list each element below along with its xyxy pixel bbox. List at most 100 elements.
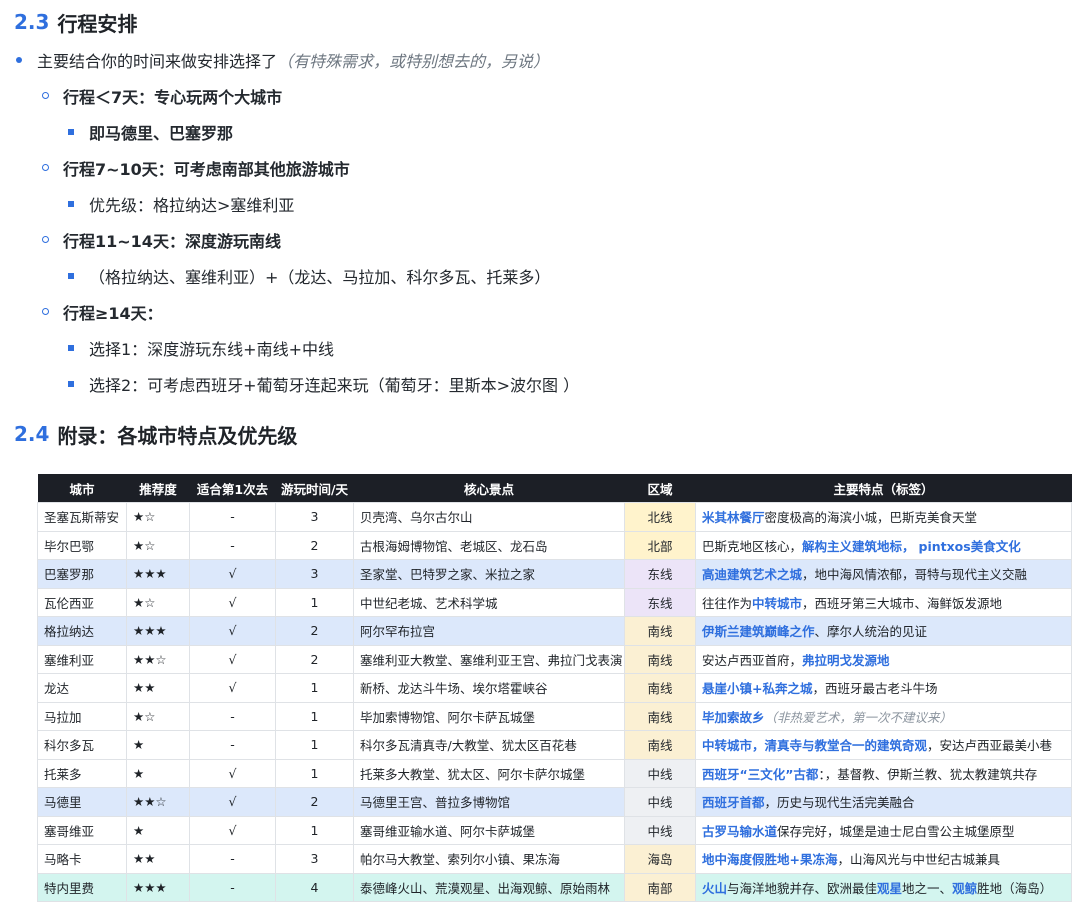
feature-text: 保存完好，城堡是迪士尼白雪公主城堡原型 [777, 823, 1015, 839]
plan-sub-item: 选择1：深度游玩东线+南线+中线 [68, 335, 334, 361]
feature-tag-highlight: 观星 [877, 880, 903, 896]
features-cell: 中转城市，清真寺与教堂合一的建筑奇观，安达卢西亚最美小巷 [695, 730, 1072, 760]
first-visit-cell: - [189, 730, 276, 760]
sights-cell: 帕尔马大教堂、索列尔小镇、果冻海 [353, 844, 625, 874]
document-page: 2.3 行程安排 主要结合你的时间来做安排选择了 （有特殊需求，或特别想去的，另… [0, 0, 1080, 911]
header-first-visit: 适合第1次去 [189, 474, 276, 503]
region-cell: 北部 [624, 530, 696, 560]
feature-tag-highlight: 地中海度假胜地+果冻海 [702, 852, 838, 868]
sights-cell: 泰德峰火山、荒漠观星、出海观鲸、原始雨林 [353, 872, 625, 902]
features-cell: 西班牙首都，历史与现代生活完美融合 [695, 787, 1072, 817]
bullet-square-icon [68, 129, 74, 135]
feature-text: ，西班牙第三大城市、海鲜饭发源地 [802, 595, 1003, 611]
table-row: 托莱多 ★ √ 1 托莱多大教堂、犹太区、阿尔卡萨尔城堡 中线 西班牙“三文化”古都：，基督… [37, 758, 1072, 788]
city-table: 城市 推荐度 适合第1次去 游玩时间/天 核心景点 区域 主要特点（标签） 圣塞… [37, 474, 1072, 902]
feature-text: 、摩尔人统治的见证 [814, 624, 928, 640]
features-cell: 米其林餐厅密度极高的海滨小城，巴斯克美食天堂 [695, 502, 1072, 532]
city-cell: 巴塞罗那 [37, 559, 127, 589]
bullet-square-icon [68, 345, 74, 351]
intro-note: （有特殊需求，或特别想去的，另说） [277, 52, 550, 71]
plan-sub-item: 优先级：格拉纳达>塞维利亚 [68, 191, 295, 217]
plan-sub-item: 即马德里、巴塞罗那 [68, 119, 233, 145]
rating-cell: ★ [126, 730, 190, 760]
first-visit-cell: - [189, 502, 276, 532]
region-cell: 海岛 [624, 844, 696, 874]
feature-tag-highlight: 西班牙“三文化”古都 [702, 766, 819, 782]
bullet-circle-icon [42, 236, 49, 243]
features-cell: 地中海度假胜地+果冻海，山海风光与中世纪古城兼具 [695, 844, 1072, 874]
sights-cell: 新桥、龙达斗牛场、埃尔塔霍峡谷 [353, 673, 625, 703]
region-cell: 东线 [624, 559, 696, 589]
feature-text: ，安达卢西亚最美小巷 [927, 738, 1053, 754]
sights-cell: 科尔多瓦清真寺/大教堂、犹太区百花巷 [353, 730, 625, 760]
table-row: 圣塞瓦斯蒂安 ★☆ -3 贝壳湾、乌尔古尔山 北线 米其林餐厅密度极高的海滨小城，巴斯克美… [37, 502, 1072, 532]
sights-cell: 贝壳湾、乌尔古尔山 [353, 502, 625, 532]
region-cell: 南线 [624, 673, 696, 703]
first-visit-cell: - [189, 701, 276, 731]
days-cell: 1 [275, 730, 354, 760]
feature-tag-highlight: 毕加索故乡 [702, 709, 765, 725]
days-cell: 3 [275, 502, 354, 532]
days-cell: 3 [275, 559, 354, 589]
first-visit-cell: - [189, 530, 276, 560]
feature-tag-highlight: 古罗马输水道 [702, 823, 778, 839]
first-visit-cell: √ [189, 787, 276, 817]
sights-cell: 毕加索博物馆、阿尔卡萨瓦城堡 [353, 701, 625, 731]
plan-sub-label: 优先级：格拉纳达>塞维利亚 [89, 196, 295, 215]
table-header-row: 城市 推荐度 适合第1次去 游玩时间/天 核心景点 区域 主要特点（标签） [37, 474, 1072, 503]
days-cell: 2 [275, 530, 354, 560]
sights-cell: 托莱多大教堂、犹太区、阿尔卡萨尔城堡 [353, 758, 625, 788]
sights-cell: 塞哥维亚输水道、阿尔卡萨城堡 [353, 815, 625, 845]
first-visit-cell: - [189, 872, 276, 902]
city-cell: 龙达 [37, 673, 127, 703]
feature-tag-highlight: 伊斯兰建筑巅峰之作 [702, 624, 815, 640]
region-cell: 中线 [624, 815, 696, 845]
region-cell: 东线 [624, 587, 696, 617]
table-row: 马略卡 ★★ -3 帕尔马大教堂、索列尔小镇、果冻海 海岛 地中海度假胜地+果冻海，山海风… [37, 844, 1072, 874]
features-cell: 安达卢西亚首府，弗拉明戈发源地 [695, 644, 1072, 674]
days-cell: 2 [275, 616, 354, 646]
section-heading-appendix: 2.4 附录：各城市特点及优先级 [14, 420, 297, 448]
features-cell: 古罗马输水道保存完好，城堡是迪士尼白雪公主城堡原型 [695, 815, 1072, 845]
first-visit-cell: √ [189, 758, 276, 788]
rating-cell: ★☆ [126, 587, 190, 617]
days-cell: 2 [275, 787, 354, 817]
days-cell: 1 [275, 758, 354, 788]
region-cell: 南线 [624, 730, 696, 760]
city-cell: 马拉加 [37, 701, 127, 731]
rating-cell: ★★★ [126, 559, 190, 589]
intro-line: 主要结合你的时间来做安排选择了 （有特殊需求，或特别想去的，另说） [16, 47, 550, 73]
feature-tag-highlight: pintxos美食文化 [918, 538, 1021, 554]
sights-cell: 圣家堂、巴特罗之家、米拉之家 [353, 559, 625, 589]
feature-text: 往往作为 [702, 595, 753, 611]
table-row: 龙达 ★★ √ 1 新桥、龙达斗牛场、埃尔塔霍峡谷 南线 悬崖小镇+私奔之城，西班牙最古老斗… [37, 673, 1072, 703]
sights-cell: 马德里王宫、普拉多博物馆 [353, 787, 625, 817]
plan-label: 行程11~14天：深度游玩南线 [63, 232, 281, 251]
feature-tag-highlight: 观鲸 [952, 880, 978, 896]
table-row: 塞维利亚 ★★☆ √ 2 塞维利亚大教堂、塞维利亚王宫、弗拉门戈表演 南线 安达卢西亚首府，… [37, 644, 1072, 674]
features-cell: 巴斯克地区核心，解构主义建筑地标， pintxos美食文化 [695, 530, 1072, 560]
features-cell: 高迪建筑艺术之城，地中海风情浓郁，哥特与现代主义交融 [695, 559, 1072, 589]
rating-cell: ★★★ [126, 616, 190, 646]
city-cell: 格拉纳达 [37, 616, 127, 646]
first-visit-cell: √ [189, 815, 276, 845]
feature-text: 密度极高的海滨小城，巴斯克美食天堂 [764, 510, 978, 526]
plan-sub-label: 选择1：深度游玩东线+南线+中线 [89, 340, 334, 359]
feature-tag-highlight: 米其林餐厅 [702, 510, 765, 526]
region-cell: 北线 [624, 502, 696, 532]
table-row: 格拉纳达 ★★★ √ 2 阿尔罕布拉宫 南线 伊斯兰建筑巅峰之作、摩尔人统治的见证 [37, 616, 1072, 646]
plan-sub-label: （格拉纳达、塞维利亚）+（龙达、马拉加、科尔多瓦、托莱多） [89, 268, 551, 287]
days-cell: 2 [275, 644, 354, 674]
feature-tag-highlight: 火山 [702, 880, 728, 896]
city-cell: 塞哥维亚 [37, 815, 127, 845]
rating-cell: ★★☆ [126, 787, 190, 817]
plan-label: 行程≥14天： [63, 304, 163, 323]
plan-item: 行程≥14天： [42, 299, 163, 325]
days-cell: 1 [275, 587, 354, 617]
features-cell: 悬崖小镇+私奔之城，西班牙最古老斗牛场 [695, 673, 1072, 703]
plan-label: 行程＜7天：专心玩两个大城市 [63, 88, 283, 107]
bullet-circle-icon [42, 92, 49, 99]
table-row: 毕尔巴鄂 ★☆ -2 古根海姆博物馆、老城区、龙石岛 北部 巴斯克地区核心，解构主义建筑地… [37, 530, 1072, 560]
first-visit-cell: √ [189, 587, 276, 617]
rating-cell: ★ [126, 758, 190, 788]
